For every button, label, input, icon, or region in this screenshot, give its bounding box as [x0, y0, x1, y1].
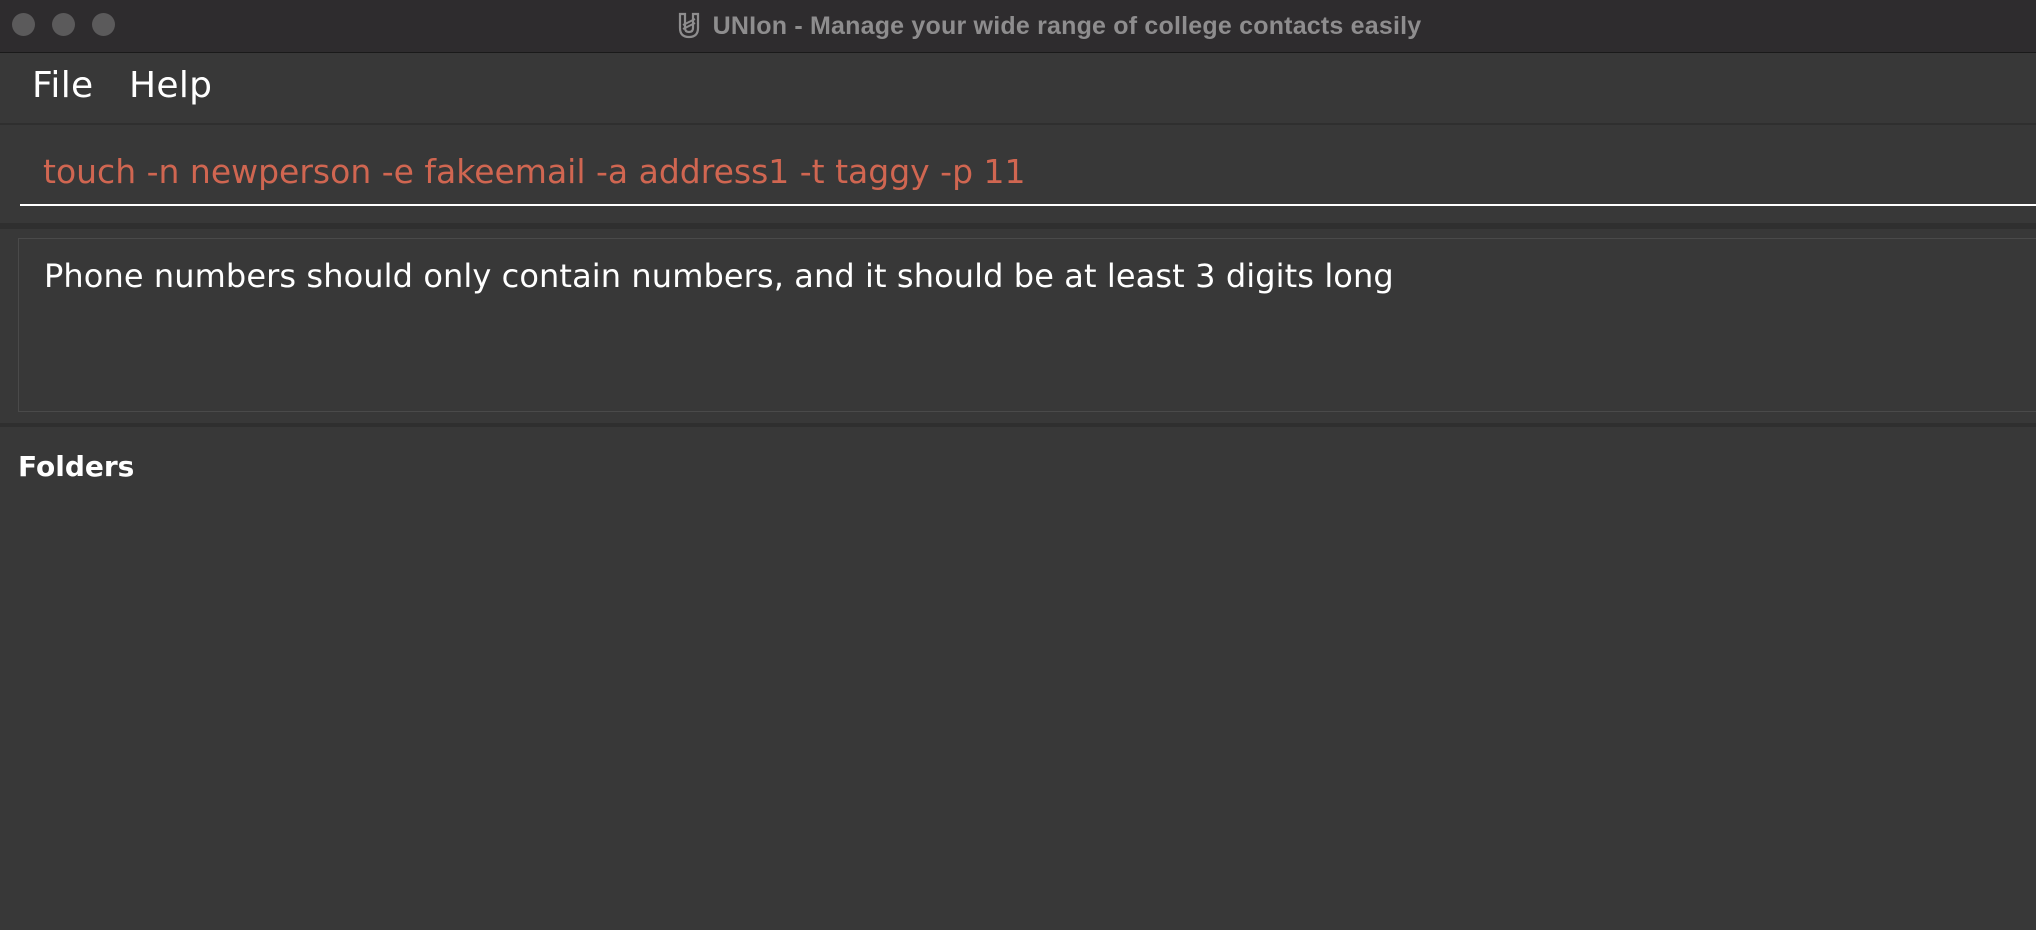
app-logo-icon	[678, 12, 699, 39]
command-box	[0, 126, 2036, 222]
title-container: UNIon - Manage your wide range of colleg…	[0, 0, 2036, 52]
title-bar[interactable]: UNIon - Manage your wide range of colleg…	[0, 0, 2036, 53]
divider	[0, 223, 2036, 229]
folders-panel[interactable]: Folders	[0, 428, 2036, 930]
divider	[0, 423, 2036, 427]
result-display[interactable]: Phone numbers should only contain number…	[18, 238, 2036, 412]
menu-bar: File Help	[0, 53, 2036, 125]
result-message: Phone numbers should only contain number…	[44, 257, 1394, 295]
app-window: UNIon - Manage your wide range of colleg…	[0, 0, 2036, 930]
menu-help[interactable]: Help	[129, 65, 212, 106]
folders-heading: Folders	[18, 450, 135, 483]
command-input[interactable]	[20, 140, 2036, 206]
window-title: UNIon - Manage your wide range of colleg…	[712, 11, 1422, 40]
menu-file[interactable]: File	[32, 65, 93, 106]
